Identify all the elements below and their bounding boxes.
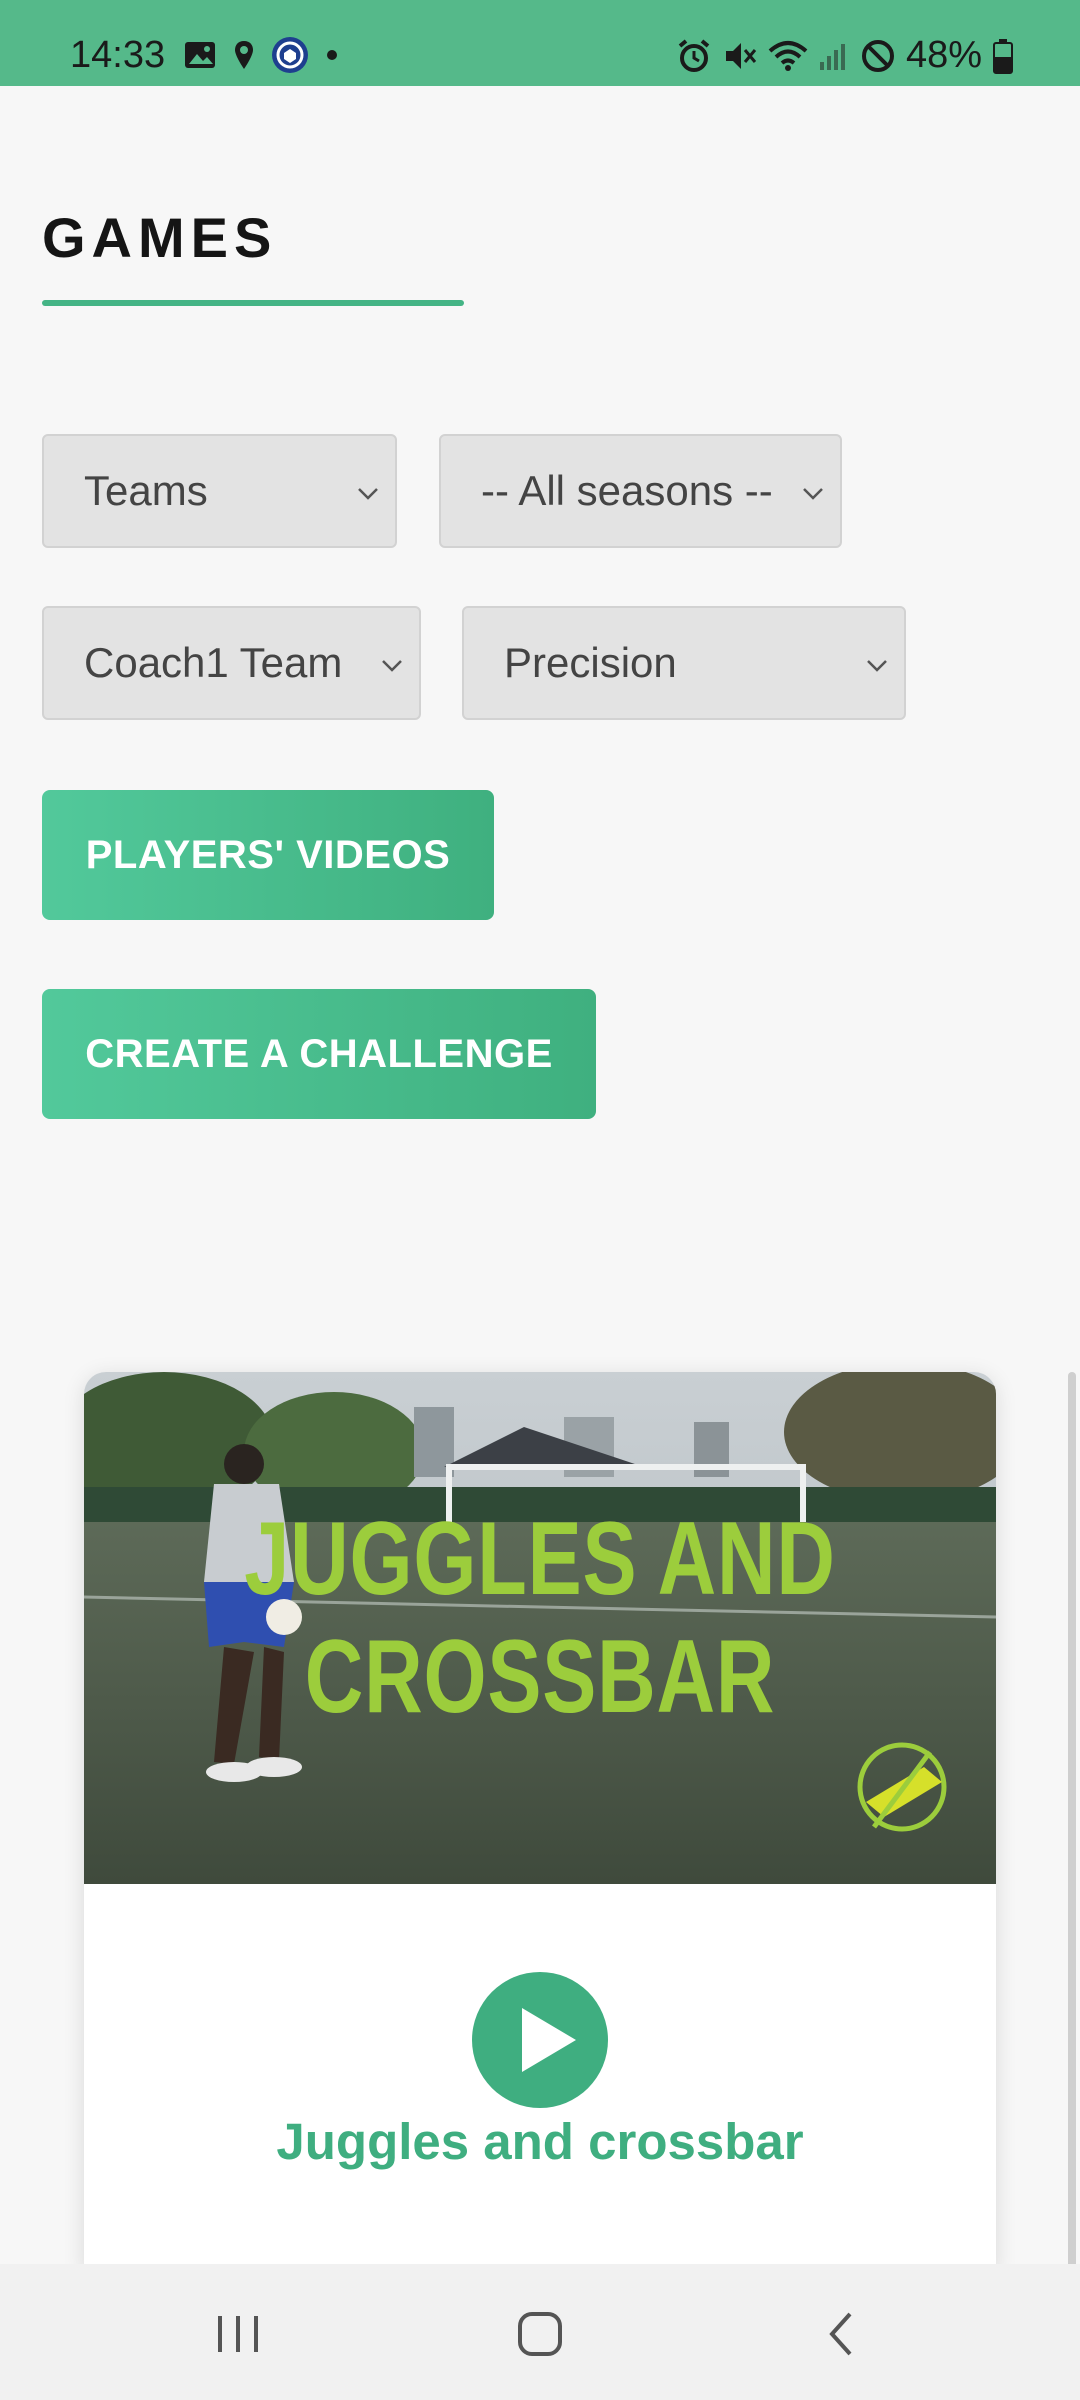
navigation-bar [0,2264,1080,2400]
chevron-down-icon [803,488,823,500]
thumbnail-title-line1: JUGGLES AND [244,1501,836,1617]
seasons-select-value: -- All seasons -- [481,467,773,514]
battery-icon [993,38,1013,74]
category-select[interactable]: Precision [462,606,906,720]
back-icon[interactable] [812,2304,872,2364]
thumbnail-title-line2: CROSSBAR [304,1619,776,1735]
signal-icon [819,43,845,70]
chevron-down-icon [382,660,402,672]
status-time: 14:33 [70,34,166,76]
shield-app-icon [272,37,308,73]
dot-icon [327,50,337,60]
thumbnail-title: JUGGLES AND CROSSBAR [184,1500,895,1736]
create-challenge-button[interactable]: CREATE A CHALLENGE [42,989,596,1119]
battery-percent: 48% [905,34,982,76]
recents-icon[interactable] [208,2304,268,2364]
card-title[interactable]: Juggles and crossbar [84,2112,996,2171]
players-videos-button[interactable]: PLAYERS' VIDEOS [42,790,494,920]
status-right-icons: 48% [676,34,1014,77]
alarm-icon [678,38,710,72]
game-thumbnail[interactable]: JUGGLES AND CROSSBAR [84,1372,996,1884]
chevron-down-icon [867,660,887,672]
title-underline [42,300,464,306]
status-left-icons [183,36,339,74]
chevron-down-icon [358,488,378,500]
teams-select[interactable]: Teams [42,434,397,548]
location-pin-icon [235,41,253,69]
team-select[interactable]: Coach1 Team [42,606,421,720]
page-title: GAMES [42,206,278,269]
status-bar: 14:33 48% [0,0,1080,86]
mute-icon [725,42,757,69]
scrollbar[interactable] [1068,1372,1076,2272]
team-select-value: Coach1 Team [84,639,343,686]
play-icon[interactable] [472,1972,608,2108]
wifi-icon [768,40,808,71]
do-not-disturb-icon [861,39,894,72]
image-icon [185,42,215,68]
teams-select-value: Teams [84,467,208,514]
seasons-select[interactable]: -- All seasons -- [439,434,842,548]
game-card[interactable]: JUGGLES AND CROSSBAR Juggles and crossba… [84,1372,996,2272]
category-select-value: Precision [504,639,677,686]
home-icon[interactable] [510,2304,570,2364]
